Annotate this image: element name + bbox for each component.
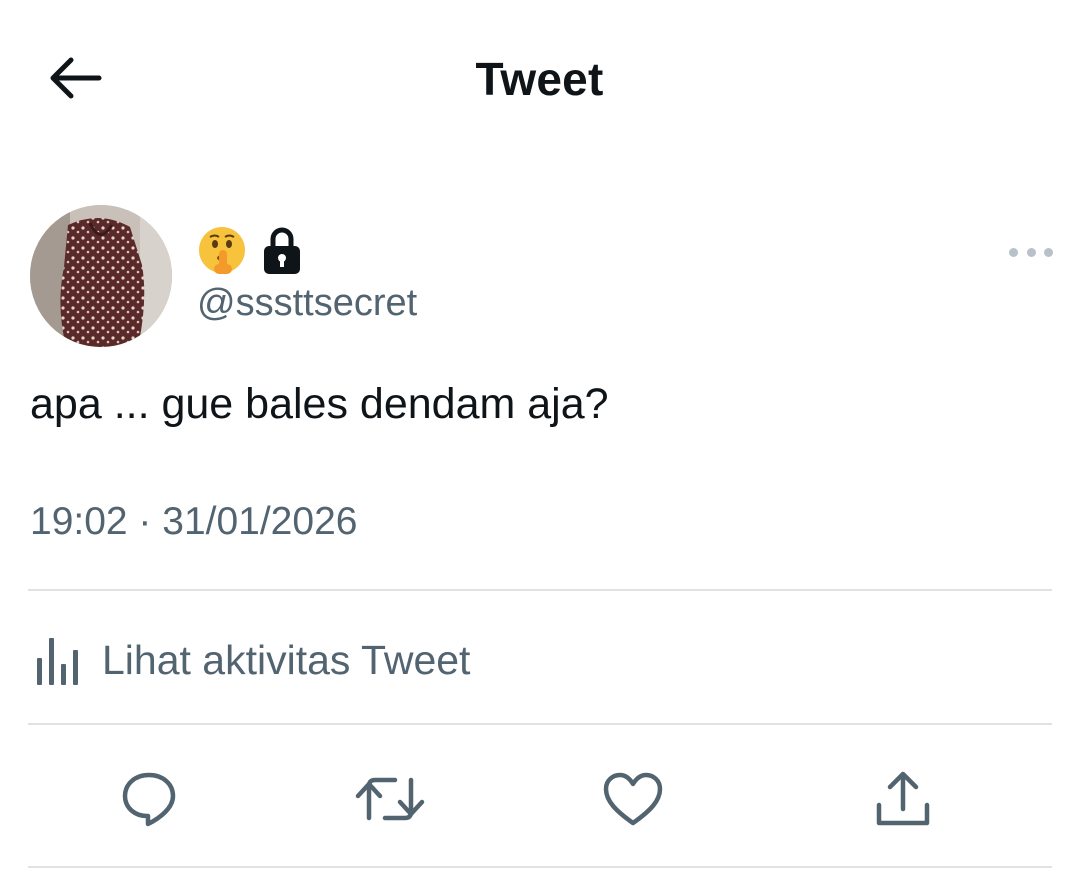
- tweet-detail-page: Tweet @sssttsecret apa ... gue bales den…: [0, 0, 1079, 878]
- tweet-text: apa ... gue bales dendam aja?: [30, 380, 609, 428]
- avatar[interactable]: [30, 205, 172, 347]
- tweet-activity-link[interactable]: Lihat aktivitas Tweet: [28, 604, 628, 716]
- reply-icon: [122, 772, 176, 827]
- more-options-button[interactable]: [1009, 238, 1053, 266]
- more-dot-icon: [1044, 247, 1053, 257]
- retweet-icon: [355, 777, 425, 821]
- tweet-timestamp[interactable]: 19:02 · 31/01/2026: [30, 500, 357, 544]
- heart-icon: [603, 772, 663, 826]
- shushing-face-emoji: [199, 227, 245, 274]
- divider: [28, 866, 1052, 868]
- share-button[interactable]: [868, 764, 938, 834]
- user-handle[interactable]: @sssttsecret: [197, 282, 417, 325]
- retweet-button[interactable]: [355, 764, 425, 834]
- more-dot-icon: [1026, 247, 1036, 257]
- share-icon: [876, 771, 930, 826]
- activity-label: Lihat aktivitas Tweet: [102, 636, 471, 683]
- lock-icon: [264, 227, 300, 274]
- reply-button[interactable]: [114, 764, 184, 834]
- top-bar: Tweet: [0, 0, 1079, 160]
- display-name: [196, 222, 302, 278]
- more-dot-icon: [1009, 247, 1018, 257]
- profile-photo: [30, 205, 172, 347]
- divider: [28, 723, 1052, 725]
- action-bar: [0, 740, 1079, 858]
- page-title: Tweet: [475, 53, 604, 105]
- divider: [28, 589, 1052, 591]
- like-button[interactable]: [598, 764, 668, 834]
- bar-chart-icon: [37, 638, 78, 685]
